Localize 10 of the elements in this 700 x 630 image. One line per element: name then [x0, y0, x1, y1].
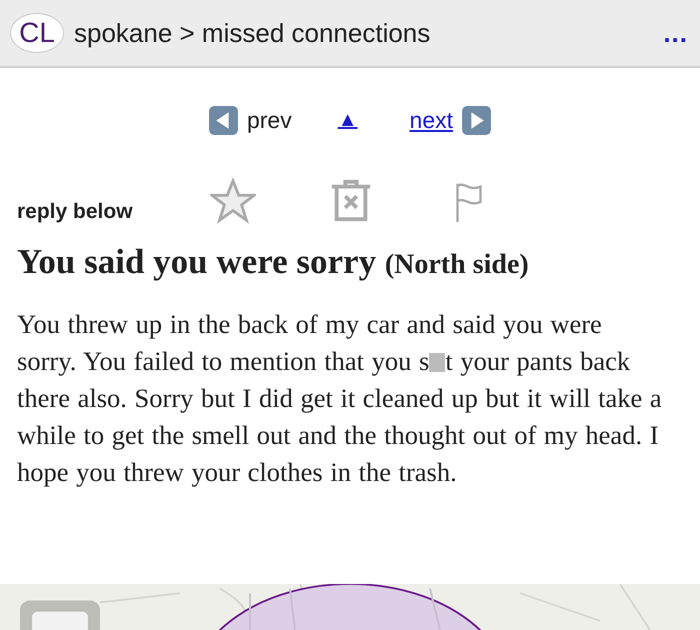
reply-label: reply below [17, 200, 134, 224]
prev-link[interactable]: prev [246, 107, 292, 134]
posting-title: You said you were sorry (North side) [17, 242, 530, 282]
up-link[interactable]: ▲ [338, 109, 358, 132]
logo[interactable]: CL [10, 13, 64, 53]
breadcrumb[interactable]: spokane > missed connections [74, 18, 664, 48]
star-icon[interactable] [210, 178, 256, 224]
menu-button[interactable]: ... [663, 18, 688, 48]
posting-body: You threw up in the back of my car and said you were sorry. You failed to mention that you s t your pants back there also. Sorry but I did get it cleaned up but it will take a while to get the smell out and the thought out of my head. I hope you threw your clothes in the trash. [17, 308, 663, 489]
next-link[interactable]: next [410, 107, 454, 134]
